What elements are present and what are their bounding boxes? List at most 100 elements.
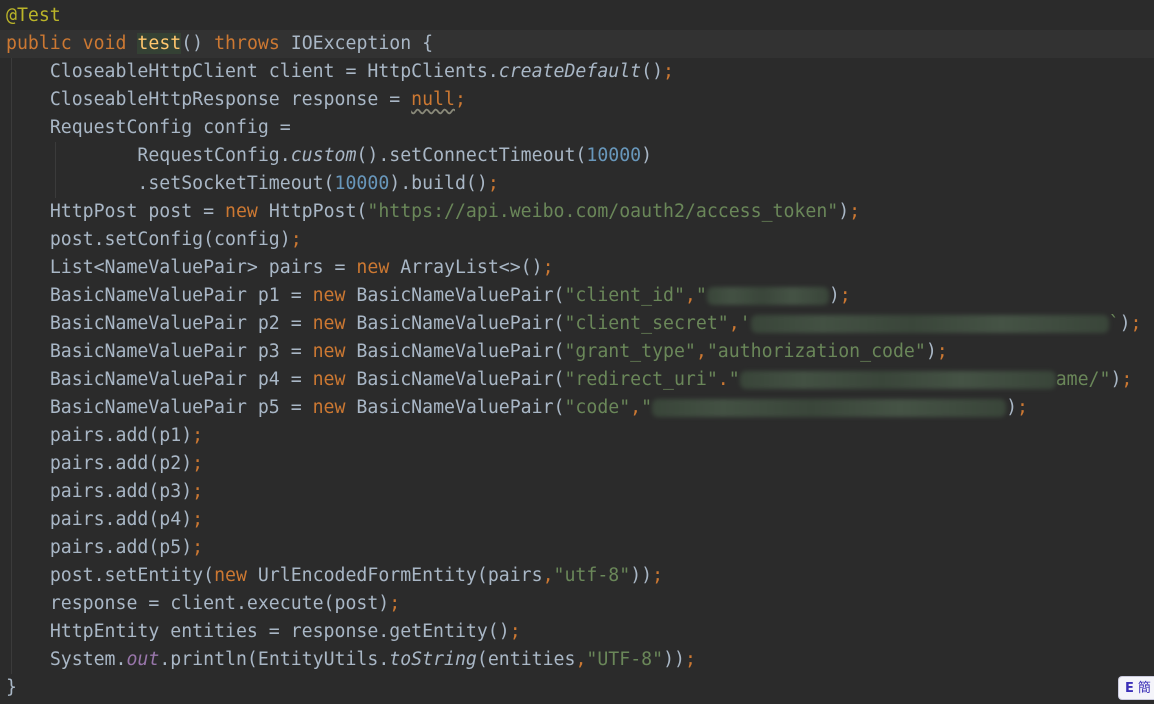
code-line-18[interactable]: pairs.add(p3); (6, 478, 203, 506)
keyword-token: new (225, 201, 258, 222)
code-line-11[interactable]: BasicNameValuePair p1 = new BasicNameVal… (6, 282, 851, 310)
code-line-15[interactable]: BasicNameValuePair p5 = new BasicNameVal… (6, 394, 1028, 422)
keyword-token: new (312, 313, 346, 334)
code-text: () (181, 33, 215, 54)
keyword-token: throws (214, 33, 280, 54)
comma-token: , (630, 397, 642, 418)
code-text: ) (838, 201, 850, 222)
code-text: HttpPost post = (49, 201, 226, 222)
static-method-token: createDefault (498, 61, 642, 82)
semicolon-token: ; (849, 201, 861, 222)
code-text: pairs.add(p3) (49, 481, 193, 502)
code-line-13[interactable]: BasicNameValuePair p3 = new BasicNameVal… (6, 338, 948, 366)
string-literal: " (641, 397, 653, 418)
comma-token: , (542, 565, 554, 586)
keyword-token: new (312, 285, 346, 306)
code-line-25[interactable]: } (6, 674, 17, 702)
code-line-16[interactable]: pairs.add(p1); (6, 422, 203, 450)
string-literal: "UTF-8" (586, 649, 664, 670)
code-text: ) (828, 285, 840, 306)
code-text: BasicNameValuePair p1 = (49, 285, 313, 306)
semicolon-token: ; (192, 509, 204, 530)
comma-token: , (695, 341, 707, 362)
code-text: BasicNameValuePair( (345, 397, 565, 418)
semicolon-token: ; (839, 285, 851, 306)
semicolon-token: ; (192, 425, 204, 446)
code-line-2-current[interactable]: public void test() throws IOException { (0, 30, 1154, 58)
semicolon-token: ; (192, 453, 204, 474)
code-line-10[interactable]: List<NameValuePair> pairs = new ArrayLis… (6, 254, 554, 282)
code-line-7[interactable]: .setSocketTimeout(10000).build(); (6, 170, 499, 198)
code-text: RequestConfig. (137, 145, 291, 166)
code-line-24[interactable]: System.out.println(EntityUtils.toString(… (6, 646, 696, 674)
semicolon-token: ; (936, 341, 948, 362)
code-text: pairs.add(p2) (49, 453, 193, 474)
code-line-20[interactable]: pairs.add(p5); (6, 534, 203, 562)
code-text: )) (663, 649, 685, 670)
string-literal: "utf-8" (553, 565, 631, 586)
string-literal: "client_secret" (564, 313, 729, 334)
string-literal: ` (1108, 313, 1120, 334)
string-literal: ' (739, 313, 751, 334)
semicolon-token: ; (454, 89, 466, 110)
ime-indicator[interactable]: E簡 (1118, 676, 1154, 700)
code-line-19[interactable]: pairs.add(p4); (6, 506, 203, 534)
code-text: CloseableHttpClient client = HttpClients… (49, 61, 499, 82)
code-text: CloseableHttpResponse response = (49, 89, 412, 110)
code-line-17[interactable]: pairs.add(p2); (6, 450, 203, 478)
keyword-token: new (214, 565, 247, 586)
code-text: HttpPost( (257, 201, 368, 222)
code-line-22[interactable]: response = client.execute(post); (6, 590, 400, 618)
code-text: BasicNameValuePair p2 = (49, 313, 313, 334)
code-line-21[interactable]: post.setEntity(new UrlEncodedFormEntity(… (6, 562, 663, 590)
code-text: ) (1006, 397, 1018, 418)
semicolon-token: ; (1121, 369, 1133, 390)
semicolon-token: ; (290, 229, 302, 250)
semicolon-token: ; (652, 565, 664, 586)
code-line-5[interactable]: RequestConfig config = (6, 114, 291, 142)
keyword-token: public (6, 33, 72, 54)
redacted-secret (652, 399, 1007, 417)
code-text: )) (630, 565, 653, 586)
keyword-token: void (82, 33, 127, 54)
comma-token: , (684, 285, 696, 306)
semicolon-token: ; (509, 621, 521, 642)
code-text: () (641, 61, 664, 82)
string-literal: " (728, 369, 740, 390)
code-line-3[interactable]: CloseableHttpClient client = HttpClients… (6, 58, 674, 86)
code-line-6[interactable]: RequestConfig.custom().setConnectTimeout… (6, 142, 652, 170)
semicolon-token: ; (487, 173, 499, 194)
code-text: post.setEntity( (49, 565, 215, 586)
code-text: HttpEntity entities = response.getEntity… (49, 621, 510, 642)
method-name-token: test (137, 33, 182, 54)
keyword-token: new (356, 257, 390, 278)
semicolon-token: ; (1130, 313, 1142, 334)
code-line-23[interactable]: HttpEntity entities = response.getEntity… (6, 618, 521, 646)
code-text: BasicNameValuePair( (345, 313, 565, 334)
string-literal: ame/" (1055, 369, 1111, 390)
code-text: BasicNameValuePair p5 = (49, 397, 313, 418)
code-text: ) (925, 341, 937, 362)
keyword-token: new (312, 397, 346, 418)
code-line-8[interactable]: HttpPost post = new HttpPost("https://ap… (6, 198, 860, 226)
code-text: ) (641, 145, 653, 166)
code-editor[interactable]: @Test public void test() throws IOExcept… (0, 0, 1154, 704)
code-line-14[interactable]: BasicNameValuePair p4 = new BasicNameVal… (6, 366, 1133, 394)
static-field-token: out (126, 649, 160, 670)
code-text: ) (1110, 369, 1122, 390)
comma-token: , (575, 649, 587, 670)
static-method-token: toString (389, 649, 477, 670)
code-text: BasicNameValuePair( (345, 285, 565, 306)
redacted-secret (750, 315, 1109, 333)
code-line-9[interactable]: post.setConfig(config); (6, 226, 302, 254)
annotation-token: @Test (6, 5, 61, 26)
code-text: ).build() (389, 173, 488, 194)
code-text: ) (1119, 313, 1131, 334)
code-line-4[interactable]: CloseableHttpResponse response = null; (6, 86, 466, 114)
code-line-1[interactable]: @Test (6, 2, 61, 30)
string-literal: "authorization_code" (706, 341, 926, 362)
code-line-12[interactable]: BasicNameValuePair p2 = new BasicNameVal… (6, 310, 1142, 338)
static-method-token: custom (290, 145, 357, 166)
code-text: RequestConfig config = (49, 117, 291, 138)
semicolon-token: ; (663, 61, 674, 82)
